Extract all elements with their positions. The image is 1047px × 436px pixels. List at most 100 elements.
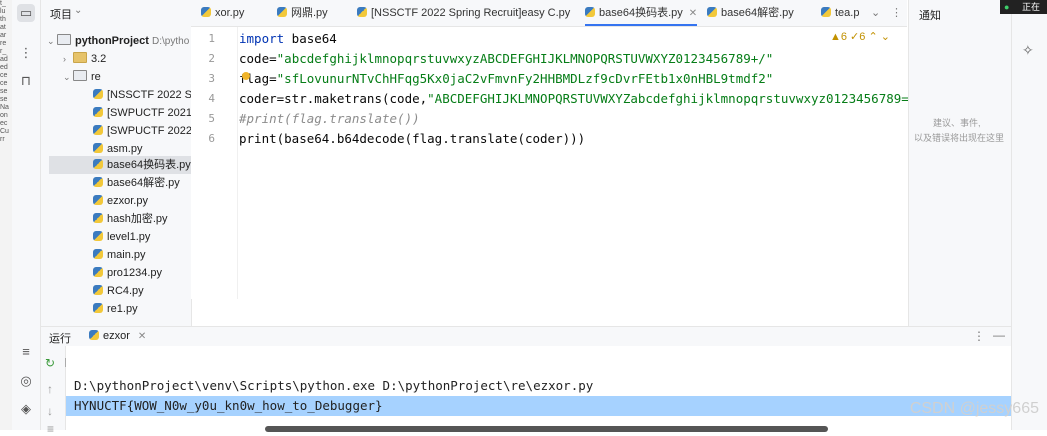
services-icon[interactable]: ◎: [17, 372, 35, 390]
tree-file[interactable]: [SWPUCTF 2022 新: [93, 122, 192, 140]
more-icon[interactable]: ⋮: [891, 0, 902, 26]
notifications-hint-2: 以及错误将出现在这里: [914, 133, 1005, 143]
tree-folder[interactable]: ⌄ re: [63, 68, 101, 86]
project-folder-icon[interactable]: ▭: [17, 4, 35, 22]
console-output[interactable]: D:\pythonProject\venv\Scripts\python.exe…: [66, 346, 1011, 430]
arrow-down-icon[interactable]: ↓: [47, 404, 53, 418]
lightbulb-icon[interactable]: [242, 72, 250, 80]
tree-file[interactable]: hash加密.py: [93, 210, 168, 228]
background-window-strip: t_ lu th at ar re r_ ad ed ce ce se se N…: [0, 0, 12, 430]
recording-label: 正在: [1021, 2, 1040, 12]
rerun-icon[interactable]: ↻: [45, 356, 55, 370]
tree-file-selected[interactable]: base64换码表.py: [49, 156, 191, 174]
tree-item-label: RC4.py: [107, 285, 144, 297]
tree-item-label: [SWPUCTF 2022 新: [107, 125, 192, 137]
tabs-dropdown-icon[interactable]: ⌄: [871, 0, 880, 26]
structure-icon[interactable]: ⋮: [17, 44, 35, 62]
close-icon[interactable]: ✕: [689, 8, 697, 19]
recording-badge[interactable]: ● 正在: [1000, 0, 1047, 14]
code-line-6: print(base64.b64decode(flag.translate(co…: [239, 131, 586, 146]
layers-icon[interactable]: ◈: [17, 400, 35, 418]
minimize-icon[interactable]: —: [993, 328, 1005, 342]
code-line-5: #print(flag.translate()): [239, 111, 420, 126]
tree-file[interactable]: RC4.py: [93, 282, 144, 300]
line-number: 1: [208, 32, 215, 45]
tree-file[interactable]: [NSSCTF 2022 Spr: [93, 86, 192, 104]
tree-file[interactable]: main.py: [93, 246, 146, 264]
ai-assistant-icon[interactable]: ✧: [1022, 42, 1034, 59]
tree-item-label: level1.py: [107, 231, 151, 243]
tab-label: xor.py: [215, 7, 245, 19]
python-file-icon: [93, 285, 103, 295]
console-command-line: D:\pythonProject\venv\Scripts\python.exe…: [74, 378, 594, 393]
tab-ezxor[interactable]: ezxor ✕: [89, 330, 146, 342]
tab-label: [NSSCTF 2022 Spring Recruit]easy C.py: [371, 7, 571, 19]
close-icon[interactable]: ✕: [138, 331, 146, 342]
tree-root[interactable]: ⌄ pythonProject D:\pytho: [47, 32, 189, 50]
tab-label: base64换码表.py: [599, 7, 683, 19]
python-file-icon: [89, 330, 99, 340]
code-line-3: flag="sfLovunurNTvChHFqg5Kx0jaC2vFmvnFy2…: [239, 69, 773, 89]
tree-item-label: base64解密.py: [107, 177, 180, 189]
line-number: 2: [208, 52, 215, 65]
tree-item-label: [NSSCTF 2022 Spr: [107, 89, 192, 101]
tree-item-label: base64换码表.py: [107, 159, 191, 171]
project-tree: ⌄ pythonProject D:\pytho › 3.2 ⌄ re [NSSCTF…: [41, 26, 192, 326]
folder-icon: [73, 70, 87, 81]
project-title[interactable]: 项目: [50, 6, 72, 22]
console-selection: HYNUCTF{WOW_N0w_y0u_kn0w_how_to_Debugger…: [66, 396, 1011, 416]
more-icon[interactable]: ⋮: [973, 329, 985, 343]
notifications-panel: 通知 建议、事件, 以及错误将出现在这里: [908, 0, 1012, 326]
console-output-line[interactable]: HYNUCTF{WOW_N0w_y0u_kn0w_how_to_Debugger…: [74, 396, 383, 416]
chevron-down-icon: ⌄: [63, 72, 71, 82]
tab-wangding[interactable]: 网鼎.py: [277, 0, 328, 26]
tree-file[interactable]: [SWPUCTF 2021 新: [93, 104, 191, 122]
tree-file[interactable]: ezxor.py: [93, 192, 148, 210]
code-editor[interactable]: import base64 code="abcdefghijklmnopqrst…: [237, 27, 908, 299]
tree-file[interactable]: base64解密.py: [93, 174, 180, 192]
code-string: "ABCDEFGHIJKLMNOPQRSTUVWXYZabcdefghijklm…: [427, 91, 908, 106]
python-file-icon: [93, 249, 103, 259]
python-file-icon: [93, 143, 103, 153]
tab-base64-decode[interactable]: base64解密.py: [707, 0, 794, 26]
python-file-icon: [93, 177, 103, 187]
tree-root-path: D:\pytho: [152, 36, 190, 47]
todo-list-icon[interactable]: ≡: [17, 342, 35, 360]
python-file-icon: [93, 231, 103, 241]
line-number: 5: [208, 112, 215, 125]
python-file-icon: [93, 89, 103, 99]
bookmark-icon[interactable]: ⊓: [17, 72, 35, 90]
chevron-down-icon[interactable]: ⌄: [74, 5, 82, 16]
code-line-2: code="abcdefghijklmnopqrstuvwxyzABCDEFGH…: [239, 49, 773, 69]
line-number: 6: [208, 132, 215, 145]
tab-label: base64解密.py: [721, 7, 794, 19]
python-file-icon: [93, 125, 103, 135]
tree-item-label: pro1234.py: [107, 267, 163, 279]
run-tab-label: ezxor: [103, 330, 130, 342]
tree-folder[interactable]: › 3.2: [63, 50, 106, 68]
tree-file[interactable]: level1.py: [93, 228, 150, 246]
tree-file[interactable]: re1.py: [93, 300, 138, 318]
tab-xor[interactable]: xor.py: [201, 0, 244, 26]
python-file-icon: [821, 7, 831, 17]
code-string: "sfLovunurNTvChHFqg5Kx0jaC2vFmvnFy2HHBMD…: [276, 71, 774, 86]
python-file-icon: [93, 303, 103, 313]
tab-tea[interactable]: tea.p: [821, 0, 859, 26]
tab-base64-table[interactable]: base64换码表.py ✕: [585, 0, 698, 26]
chevron-right-icon: ›: [63, 54, 66, 64]
run-panel-header: 运行 ezxor ✕ ⋮ —: [41, 326, 1011, 347]
arrow-up-icon[interactable]: ↑: [47, 382, 53, 396]
python-file-icon: [357, 7, 367, 17]
tree-file[interactable]: pro1234.py: [93, 264, 162, 282]
line-number-gutter: 1 2 3 4 5 6: [191, 27, 237, 299]
inspection-widget[interactable]: ▲6 ✓6 ⌃ ⌄: [830, 30, 890, 43]
tree-item-label: 3.2: [91, 53, 107, 65]
run-toolbar: ↻ ⋮ ↑ ↓ ≡: [41, 346, 97, 436]
run-title: 运行: [49, 333, 71, 345]
wrap-icon[interactable]: ≡: [47, 422, 54, 436]
horizontal-scrollbar[interactable]: [265, 426, 828, 432]
csdn-watermark: CSDN @jessy665: [909, 400, 1039, 417]
tree-item-label: re: [91, 71, 101, 83]
python-file-icon: [93, 107, 103, 117]
tab-nssctf[interactable]: [NSSCTF 2022 Spring Recruit]easy C.py: [357, 0, 570, 26]
